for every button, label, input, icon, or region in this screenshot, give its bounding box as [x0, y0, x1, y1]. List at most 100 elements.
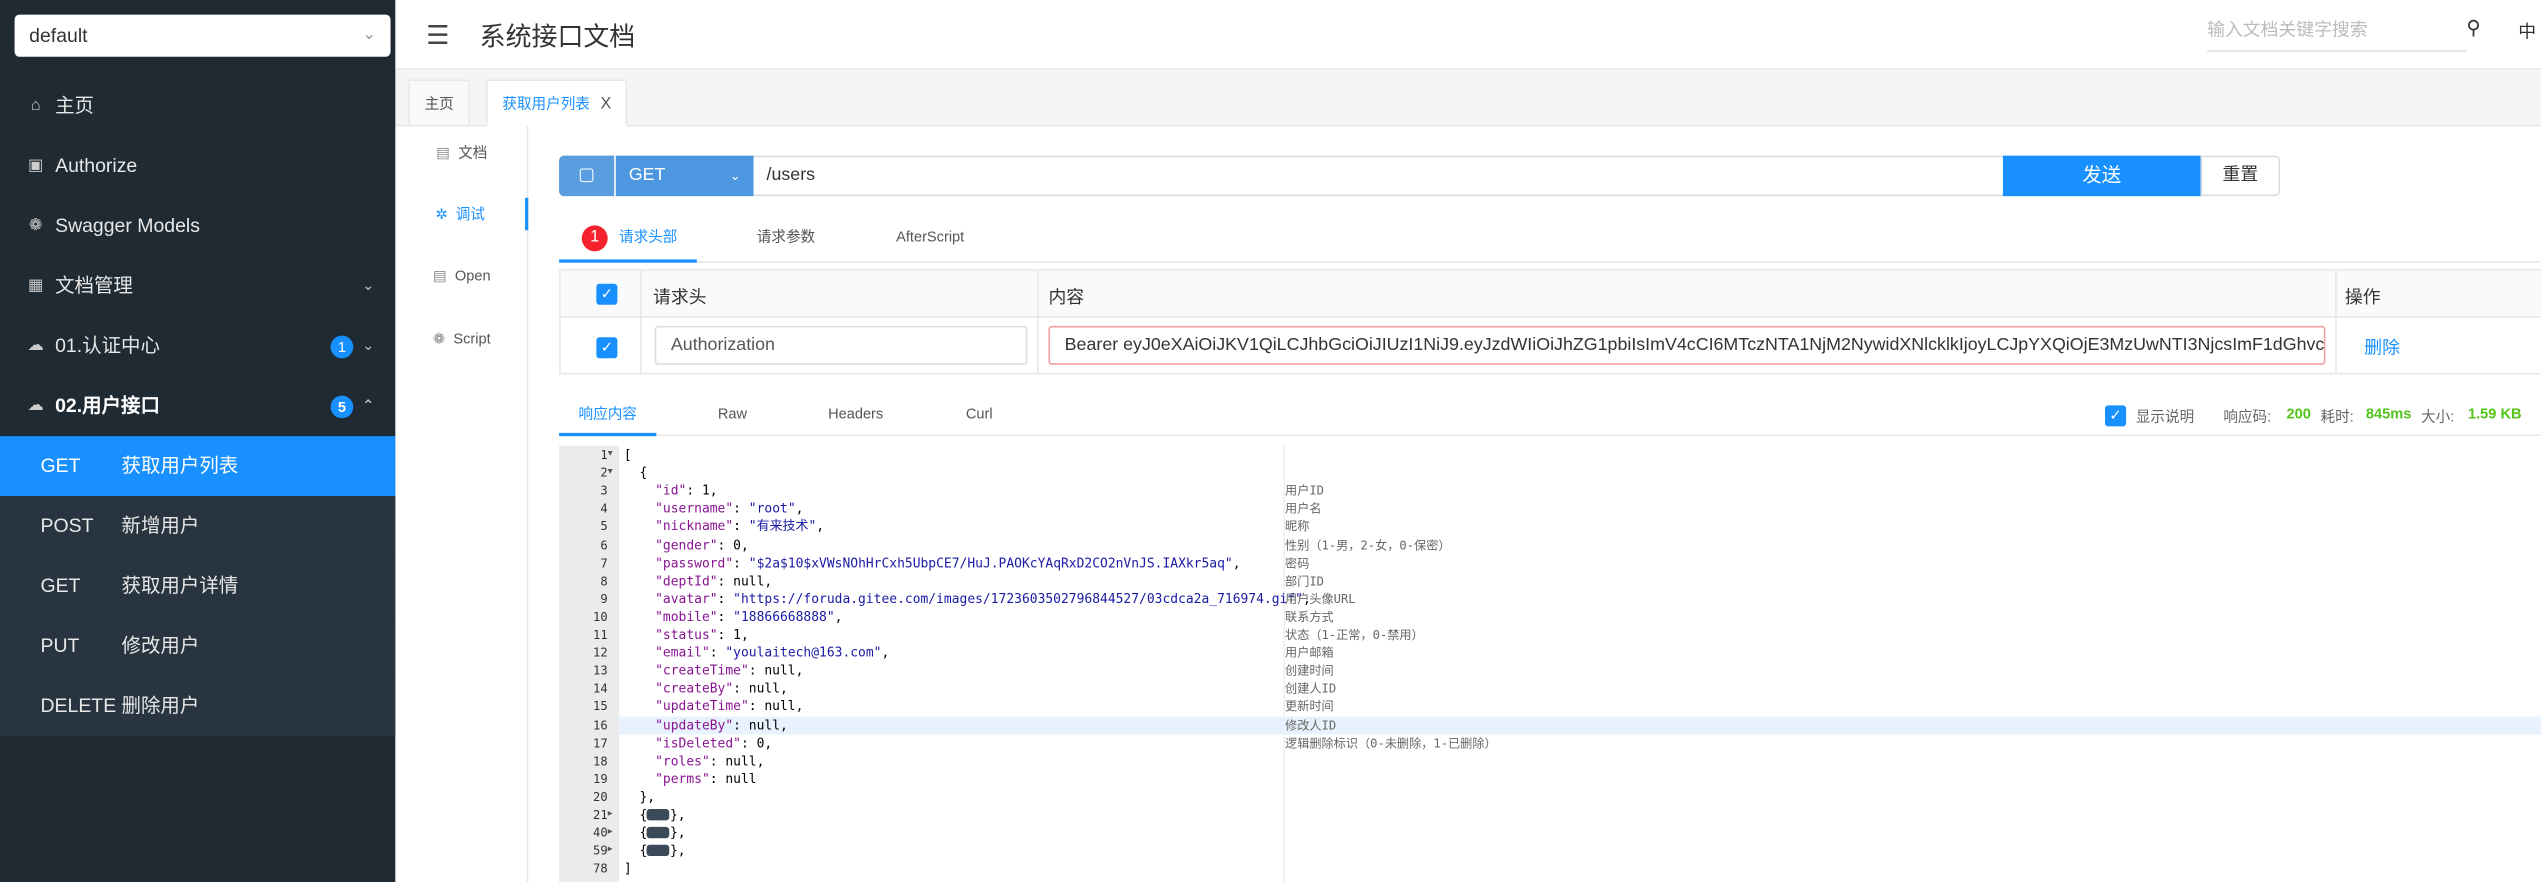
cloud-icon: ☁ — [27, 397, 44, 416]
delete-link[interactable]: 删除 — [2364, 334, 2400, 360]
doc-icon: ▤ — [436, 144, 451, 161]
tab-raw[interactable]: Raw — [718, 394, 747, 436]
status-code-value: 200 — [2286, 405, 2311, 422]
tab-get-user-list[interactable]: 获取用户列表 X — [486, 79, 628, 127]
field-description: 密码 — [1285, 555, 1310, 571]
field-description: 用户头像URL — [1285, 591, 1356, 607]
close-icon[interactable]: X — [600, 96, 611, 114]
folded-block-icon[interactable] — [647, 845, 671, 857]
line-number: 78 — [593, 861, 608, 876]
reset-button[interactable]: 重置 — [2200, 155, 2281, 197]
expand-icon[interactable]: ▶ — [608, 842, 619, 860]
expand-icon[interactable]: ▶ — [608, 824, 619, 842]
search-icon[interactable]: ⚲ — [2466, 16, 2480, 39]
count-badge: 5 — [330, 395, 354, 419]
response-code-editor[interactable]: 1 ▼[2 ▼ {3 "id": 1, 用户ID 4 "username": "root… — [559, 445, 2541, 882]
sidebar-item-label: 01.认证中心 — [55, 333, 160, 357]
code-line: "mobile": "18866668888", — [655, 609, 843, 625]
menu-script[interactable]: ❁ Script — [395, 323, 528, 355]
tab-home[interactable]: 主页 — [408, 79, 470, 127]
menu-debug[interactable]: ✲ 调试 — [395, 197, 529, 231]
field-description: 性别（1-男，2-女，0-保密） — [1285, 537, 1451, 553]
header-value-input[interactable]: Bearer eyJ0eXAiOiJKV1QiLCJhbGciOiJIUzI1N… — [1048, 325, 2326, 365]
field-description: 部门ID — [1285, 573, 1324, 589]
menu-doc[interactable]: ▤ 文档 — [395, 136, 528, 168]
cube-icon: ❁ — [28, 217, 43, 236]
table-header-row — [559, 270, 2541, 318]
code-line: "updateTime": null, — [655, 699, 804, 715]
expand-icon[interactable]: ▶ — [608, 806, 619, 824]
field-description: 创建人ID — [1285, 681, 1337, 697]
search-input[interactable]: 输入文档关键字搜索 — [2207, 16, 2467, 52]
select-all-checkbox[interactable]: ✓ — [596, 283, 618, 305]
tab-request-params[interactable]: 请求参数 — [757, 216, 815, 263]
folded-block-icon[interactable] — [647, 827, 671, 839]
code-line: }, — [623, 789, 656, 804]
api-item-get-user-detail[interactable]: GET 获取用户详情 — [0, 556, 396, 617]
tab-response-content[interactable]: 响应内容 — [559, 394, 657, 437]
active-line-highlight — [619, 715, 2541, 734]
code-line: "username": "root", — [655, 501, 804, 517]
unlock-icon: ▢ — [578, 165, 596, 185]
menu-label: Script — [453, 330, 491, 347]
api-item-get-user-list[interactable]: GET 获取用户列表 — [0, 436, 396, 497]
method-select[interactable]: GET ⌄ — [615, 155, 754, 197]
menu-open[interactable]: ▤ Open — [395, 259, 528, 291]
sidebar-item-authorize[interactable]: ▣ Authorize — [0, 136, 395, 196]
code-line: "deptId": null, — [655, 573, 773, 589]
doc-manage-icon: ▦ — [27, 277, 44, 296]
folded-block-icon[interactable] — [647, 809, 671, 821]
line-number: 19 — [593, 771, 608, 787]
api-item-create-user[interactable]: POST 新增用户 — [0, 496, 396, 557]
menu-fold-icon[interactable]: ☰ — [426, 19, 449, 51]
code-line: "createBy": null, — [655, 681, 788, 697]
sidebar-item-doc-manage[interactable]: ▦ 文档管理 ⌄ — [0, 256, 395, 316]
field-description: 昵称 — [1285, 519, 1310, 535]
field-description: 联系方式 — [1285, 609, 1334, 625]
tab-headers[interactable]: Headers — [828, 394, 883, 436]
script-icon: ❁ — [433, 330, 446, 347]
row-checkbox[interactable]: ✓ — [596, 337, 618, 359]
line-number: 4 — [600, 501, 608, 517]
show-desc-checkbox[interactable]: ✓ — [2105, 405, 2127, 427]
sidebar-item-auth-center[interactable]: ☁ 01.认证中心 1 ⌄ — [0, 316, 395, 376]
line-number: 13 — [593, 663, 608, 679]
url-input[interactable]: /users — [753, 155, 2005, 197]
count-badge: 1 — [581, 224, 608, 251]
http-method: GET — [40, 573, 81, 597]
api-item-delete-user[interactable]: DELETE 删除用户 — [0, 676, 396, 737]
line-number: 15 — [593, 699, 608, 715]
tab-curl[interactable]: Curl — [966, 394, 993, 436]
collapse-icon[interactable]: ▼ — [608, 464, 619, 482]
tab-label: AfterScript — [896, 228, 965, 245]
group-select[interactable]: default ⌄ — [14, 14, 391, 57]
collapse-icon[interactable]: ▼ — [608, 446, 619, 464]
tab-after-script[interactable]: AfterScript — [896, 216, 964, 263]
open-icon: ▤ — [433, 267, 447, 284]
sidebar-item-label: 文档管理 — [55, 273, 133, 297]
send-button[interactable]: 发送 — [2002, 155, 2201, 197]
line-number: 20 — [593, 789, 608, 804]
header-name-input[interactable]: Authorization — [654, 325, 1028, 365]
cloud-icon: ☁ — [27, 337, 44, 356]
api-name: 获取用户详情 — [121, 573, 239, 597]
line-number: 10 — [593, 609, 608, 625]
line-number: 59 — [593, 843, 608, 858]
tab-request-headers[interactable]: 1 请求头部 — [559, 216, 697, 263]
code-line: {}, — [623, 825, 686, 840]
code-line: {}, — [623, 807, 686, 822]
sidebar-item-user-api[interactable]: ☁ 02.用户接口 5 ⌃ — [0, 376, 395, 436]
lock-icon: ▣ — [27, 157, 44, 176]
tab-label: 获取用户列表 — [502, 95, 590, 112]
column-header: 请求头 — [653, 288, 707, 309]
api-item-update-user[interactable]: PUT 修改用户 — [0, 616, 396, 677]
language-switch[interactable]: 中 — [2518, 18, 2536, 44]
line-number: 6 — [600, 537, 608, 553]
auth-lock-button[interactable]: ▢ — [559, 155, 615, 197]
group-select-value: default — [29, 24, 88, 48]
code-line: {}, — [623, 843, 686, 858]
sidebar-item-swagger-models[interactable]: ❁ Swagger Models — [0, 196, 395, 256]
sidebar-item-home[interactable]: ⌂ 主页 — [0, 76, 395, 136]
code-line: "isDeleted": 0, — [655, 735, 773, 751]
api-name: 删除用户 — [121, 693, 200, 717]
